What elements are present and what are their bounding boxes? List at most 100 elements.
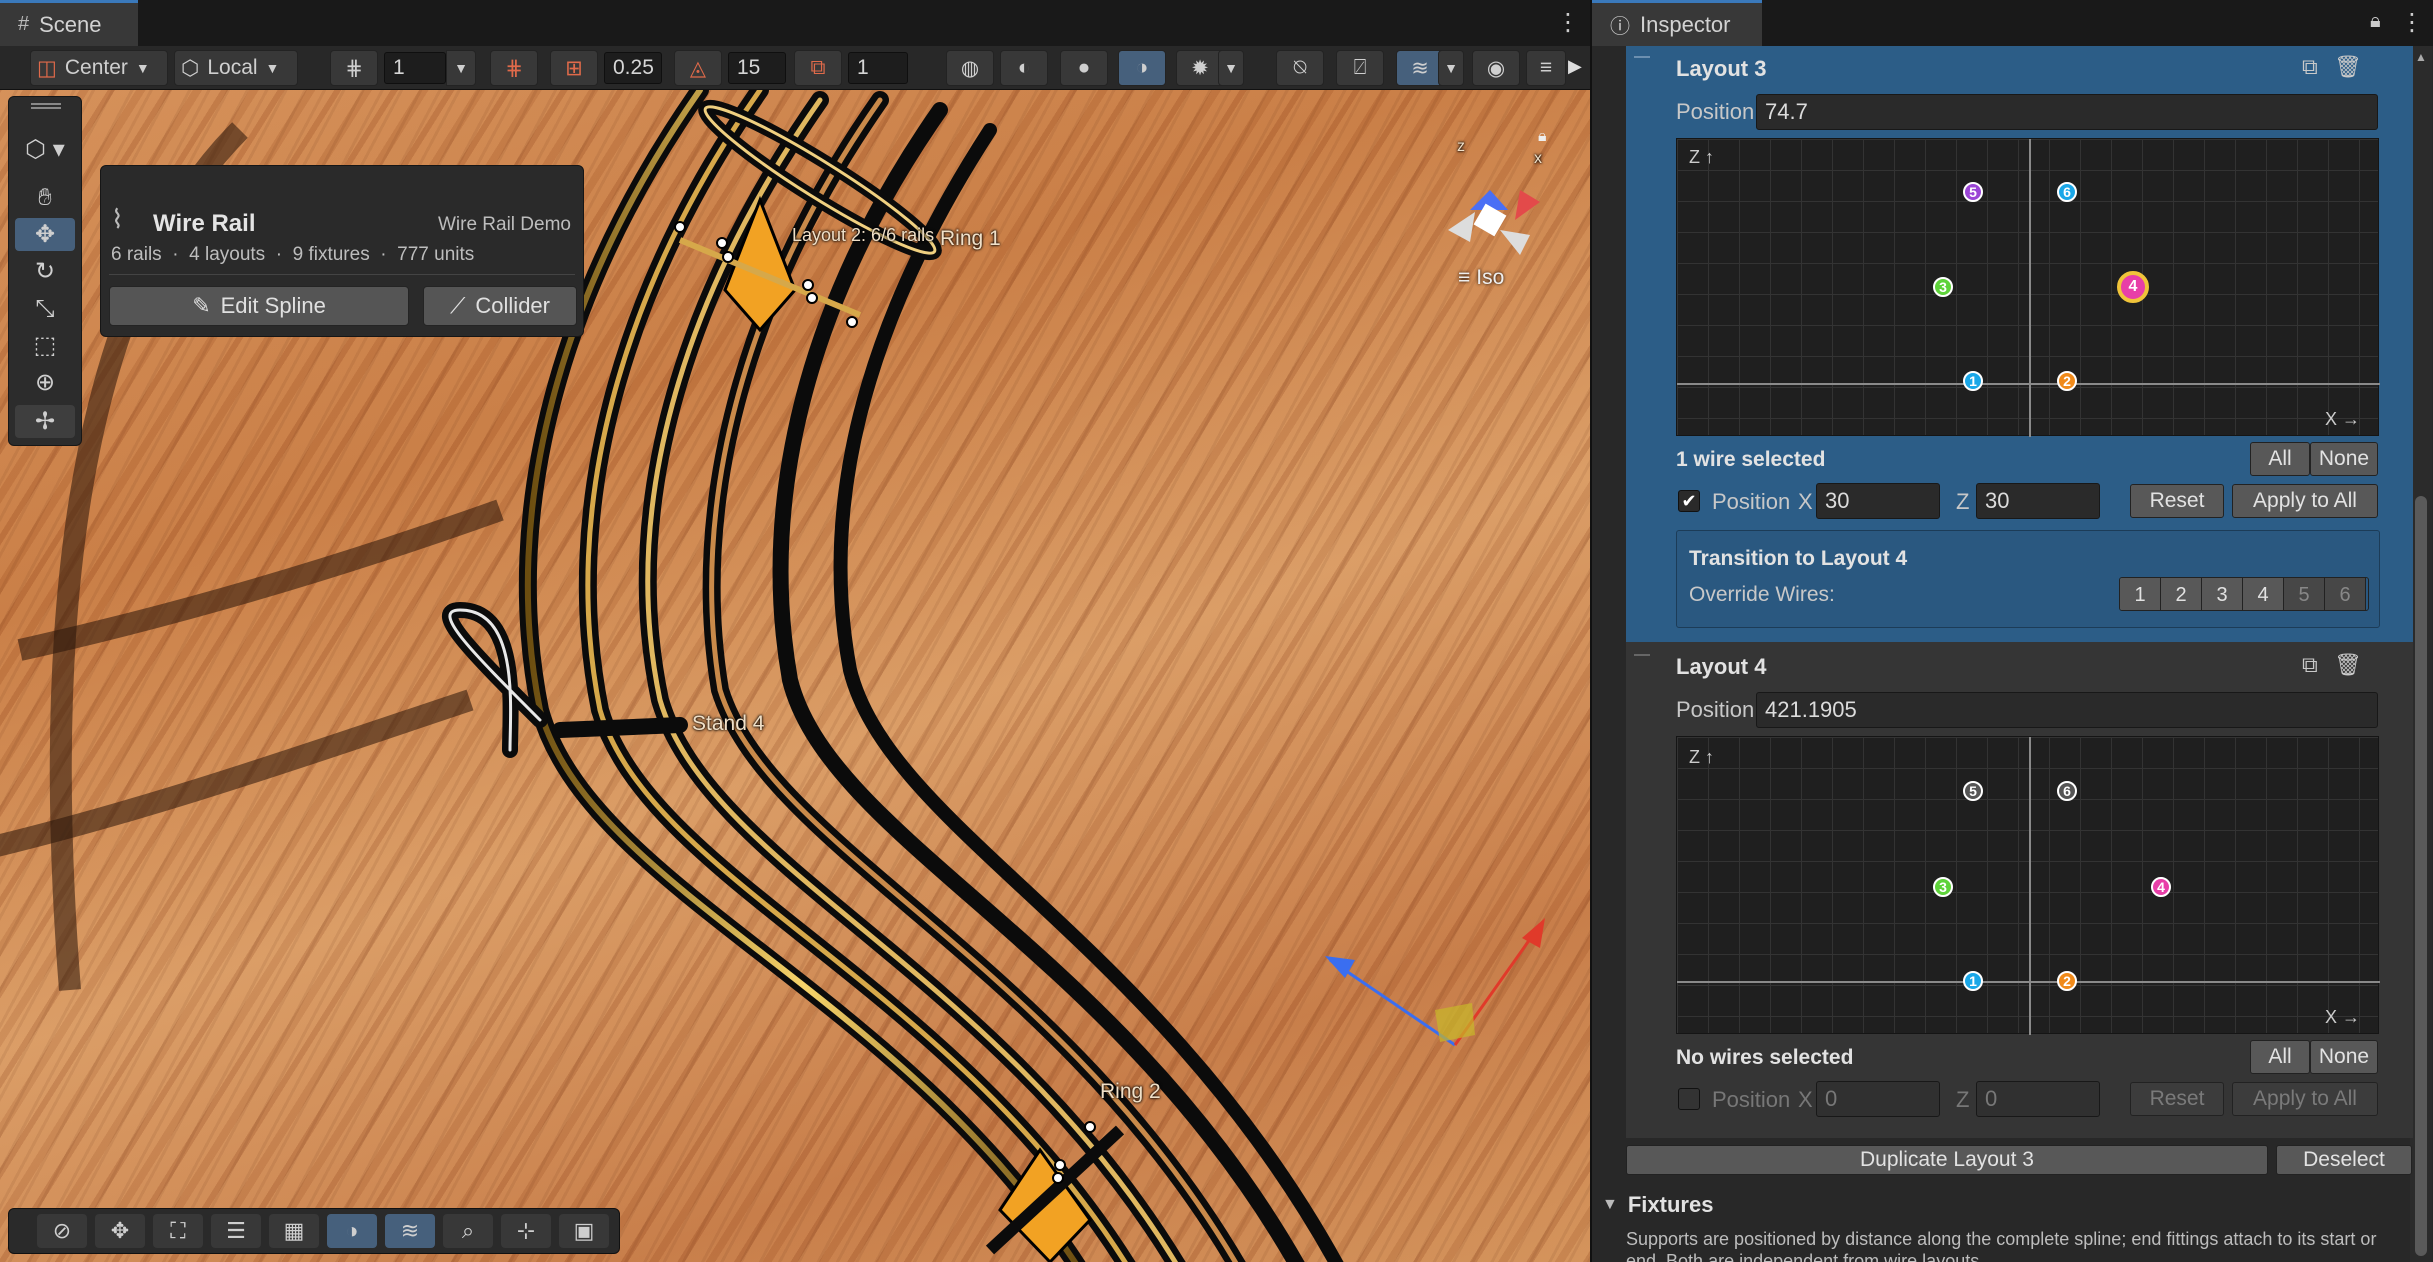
wire-handle-6[interactable]: 6 [2057,182,2077,202]
rotate-snap-field[interactable]: 15 [728,52,786,84]
bottom-tool-scale[interactable]: ⛶ [153,1214,203,1248]
wire-z-field[interactable]: 30 [1976,483,2100,519]
wire-handle-5[interactable]: 5 [1963,182,1983,202]
lit-mode-button[interactable]: ● [1060,50,1108,86]
custom-tool[interactable]: ✢ [15,405,75,438]
scroll-up-arrow-icon[interactable]: ▲ [2415,50,2427,64]
hand-tool[interactable]: ✋︎ [15,181,75,214]
wire-x-field[interactable]: 30 [1816,483,1940,519]
apply-to-all-button[interactable]: Apply to All [2232,484,2378,518]
layer-stack-button[interactable]: ≡ [1526,50,1566,86]
bottom-tool-render[interactable]: ◑ [327,1214,377,1248]
global-view-button[interactable]: ◍ [946,50,994,86]
inspector-scrollbar[interactable]: ▲ [2410,46,2432,1262]
palette-handle[interactable] [31,103,61,109]
space-dropdown[interactable]: ⬡ Local ▼ [174,50,298,86]
toolbar-overflow-icon[interactable]: ▶ [1568,56,1582,77]
inspector-lock-icon[interactable]: 🔒︎ [2370,10,2381,33]
wire-handle-1[interactable]: 1 [1963,371,1983,391]
fixtures-foldout[interactable]: ▼ Fixtures [1602,1192,1713,1218]
wire-z-field[interactable]: 0 [1976,1081,2100,1117]
debug-dropdown[interactable]: ▼ [1218,50,1244,86]
bottom-tool-search[interactable]: ⌕ [443,1214,493,1248]
bottom-tool-compass[interactable]: ⊘ [37,1214,87,1248]
scale-tool[interactable]: ⤡ [15,292,75,325]
scene-more-menu-icon[interactable]: ⋮ [1556,8,1580,37]
increment-snap-toggle[interactable]: ⊞ [550,50,598,86]
rotate-tool[interactable]: ↻ [15,255,75,288]
visibility-toggle[interactable]: ◉ [1472,50,1520,86]
position-override-checkbox[interactable]: ✔ [1678,490,1700,512]
inspector-tab[interactable]: ⓘ Inspector [1592,0,1762,46]
layout-4-wire-grid[interactable]: Z ↑ X → 1 2 3 4 5 6 [1676,736,2380,1035]
wire-handle-2[interactable]: 2 [2057,971,2077,991]
wire-handle-3[interactable]: 3 [1933,877,1953,897]
bottom-tool-camera[interactable]: ▣ [559,1214,609,1248]
draw-mode-button[interactable]: ◑ [1118,50,1166,86]
wire-handle-4-selected[interactable]: 4 [2117,271,2149,303]
bottom-tool-layers[interactable]: ≋ [385,1214,435,1248]
select-all-button[interactable]: All [2250,1040,2310,1074]
grid-size-dropdown[interactable]: ▼ [446,50,476,86]
layout-3-position-field[interactable]: 74.7 [1756,94,2378,130]
grid-visibility-toggle[interactable]: ⋕ [490,50,538,86]
reset-button[interactable]: Reset [2130,1082,2224,1116]
drag-handle-icon[interactable] [1634,56,1650,60]
grid-snap-toggle[interactable]: ⋕ [330,50,378,86]
bottom-tool-align[interactable]: ☰ [211,1214,261,1248]
override-wire-4[interactable]: 4 [2243,578,2284,610]
duplicate-layout-button[interactable]: Duplicate Layout 3 [1626,1145,2268,1175]
select-none-button[interactable]: None [2310,442,2378,476]
scale-snap-toggle[interactable]: ⧉ [794,50,842,86]
select-none-button[interactable]: None [2310,1040,2378,1074]
shaded-mode-button[interactable]: ◐ [1000,50,1048,86]
bottom-tool-grid[interactable]: ▦ [269,1214,319,1248]
override-wire-5[interactable]: 5 [2284,578,2325,610]
increment-snap-field[interactable]: 0.25 [604,52,662,84]
select-all-button[interactable]: All [2250,442,2310,476]
scrollbar-thumb[interactable] [2415,496,2427,1256]
layers-toggle[interactable]: ≋ [1396,50,1444,86]
wire-handle-2[interactable]: 2 [2057,371,2077,391]
apply-to-all-button[interactable]: Apply to All [2232,1082,2378,1116]
rail-6[interactable] [833,123,1344,1262]
scale-snap-field[interactable]: 1 [848,52,908,84]
override-wire-3[interactable]: 3 [2202,578,2243,610]
rail-1[interactable] [518,90,1086,1262]
override-wire-2[interactable]: 2 [2161,578,2202,610]
reset-button[interactable]: Reset [2130,484,2224,518]
wire-handle-3[interactable]: 3 [1933,277,1953,297]
wire-handle-1[interactable]: 1 [1963,971,1983,991]
override-wire-6[interactable]: 6 [2325,578,2366,610]
scene-tab[interactable]: # Scene [0,0,138,46]
transform-gizmo[interactable] [1325,918,1545,1047]
wire-x-field[interactable]: 0 [1816,1081,1940,1117]
pivot-dropdown[interactable]: ◫ Center ▼ [30,50,168,86]
collider-button[interactable]: ⟋ Collider [423,286,577,326]
iso-toggle[interactable]: ≡ Iso [1458,266,1504,290]
rotate-snap-toggle[interactable]: ◬ [674,50,722,86]
copy-icon[interactable]: ⧉ [2302,652,2318,678]
layout-4-position-field[interactable]: 421.1905 [1756,692,2378,728]
trash-icon[interactable]: 🗑︎ [2334,54,2362,80]
edit-spline-button[interactable]: ✎ Edit Spline [109,286,409,326]
transform-tool[interactable]: ⊕ [15,366,75,399]
gizmo-lock-icon[interactable]: 🔒︎ [1538,128,1547,146]
wire-handle-5[interactable]: 5 [1963,781,1983,801]
override-wire-1[interactable]: 1 [2120,578,2161,610]
wire-handle-4[interactable]: 4 [2151,877,2171,897]
wire-handle-6[interactable]: 6 [2057,781,2077,801]
view-options-dropdown[interactable]: ⬡ ▾ [15,133,75,166]
orientation-gizmo[interactable] [1448,190,1540,255]
debug-toggle[interactable]: ✹ [1176,50,1224,86]
layers-dropdown[interactable]: ▼ [1438,50,1464,86]
trash-icon[interactable]: 🗑︎ [2334,652,2362,678]
bottom-tool-pivot[interactable]: ⊹ [501,1214,551,1248]
move-tool[interactable]: ✥ [15,218,75,251]
layout-3-wire-grid[interactable]: Z ↑ X → 1 2 3 4 5 6 [1676,138,2380,437]
position-override-checkbox[interactable] [1678,1088,1700,1110]
audio-toggle[interactable]: ⍁ [1336,50,1384,86]
copy-icon[interactable]: ⧉ [2302,54,2318,80]
grid-size-field[interactable]: 1 [384,52,446,84]
inspector-more-menu-icon[interactable]: ⋮ [2400,8,2424,37]
